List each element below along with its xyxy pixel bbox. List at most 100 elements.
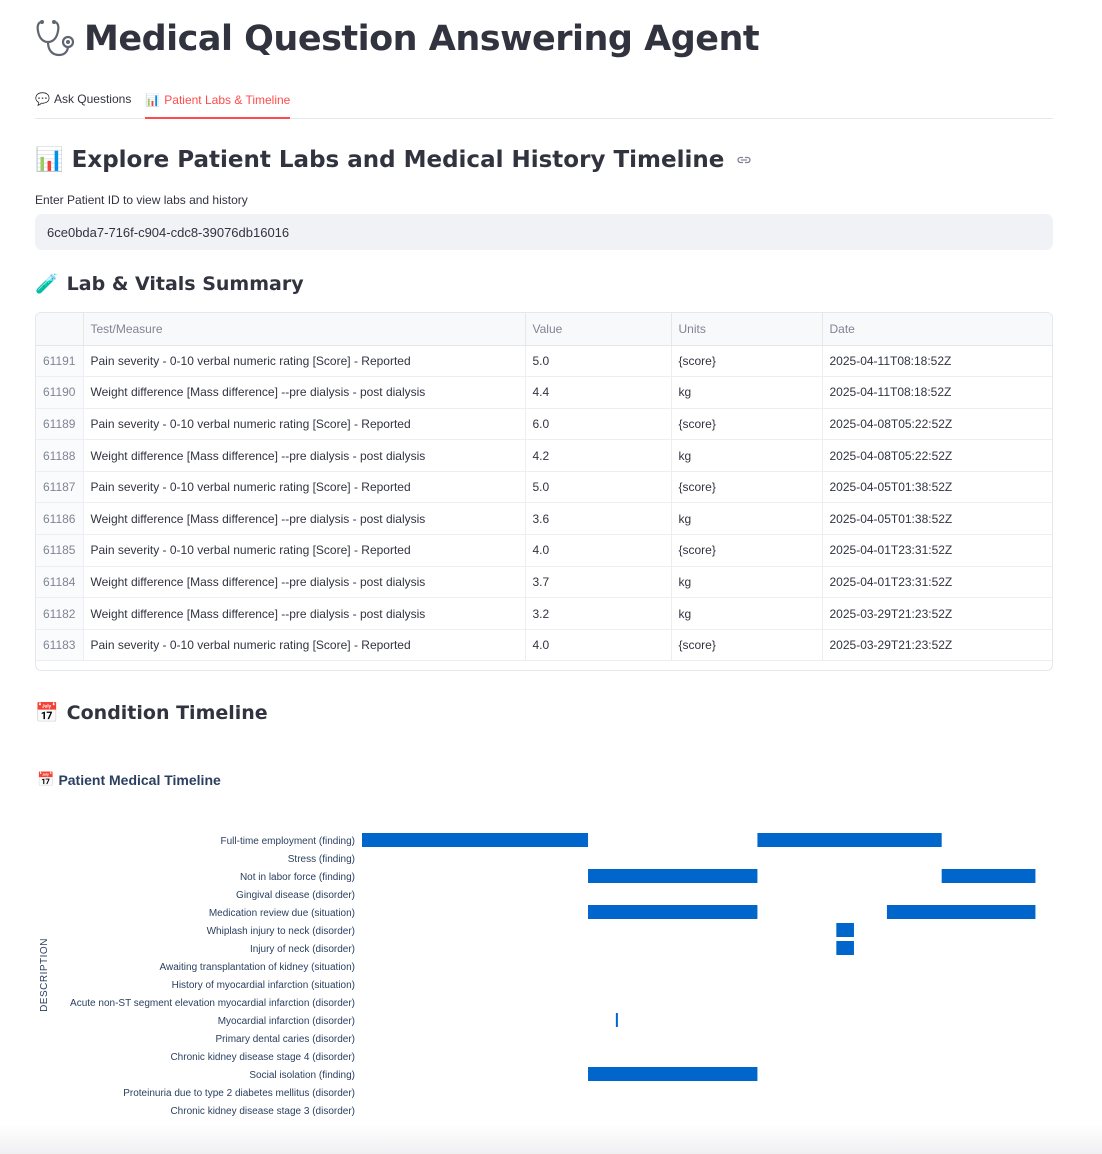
lab-summary-heading: 🧪 Lab & Vitals Summary	[35, 272, 304, 296]
table-row[interactable]: 61187 Pain severity - 0-10 verbal numeric…	[36, 471, 1052, 504]
row-index: 61191	[36, 345, 84, 378]
cell-value: 3.7	[525, 566, 672, 599]
timeline-bar	[836, 923, 854, 937]
condition-timeline-heading-text: Condition Timeline	[66, 701, 268, 724]
column-header-index[interactable]	[36, 313, 84, 346]
table-row[interactable]: 61186 Weight difference [Mass difference]…	[36, 502, 1052, 536]
cell-test: Pain severity - 0-10 verbal numeric rati…	[83, 629, 526, 662]
stethoscope-icon	[36, 20, 75, 57]
row-index: 61185	[36, 534, 84, 567]
row-index: 61182	[36, 597, 84, 630]
timeline-bar	[588, 1067, 758, 1081]
table-row[interactable]: 61185 Pain severity - 0-10 verbal numeric…	[36, 534, 1052, 567]
cell-test: Weight difference [Mass difference] --pr…	[83, 597, 526, 630]
y-tick-label: Whiplash injury to neck (disorder)	[207, 926, 355, 937]
row-index: 61188	[36, 439, 84, 472]
cell-value: 5.0	[525, 345, 672, 378]
condition-timeline-heading: 📅 Condition Timeline	[35, 701, 268, 725]
table-row[interactable]: 61188 Weight difference [Mass difference]…	[36, 439, 1052, 472]
cell-test: Weight difference [Mass difference] --pr…	[83, 566, 526, 599]
y-tick-label: Stress (finding)	[288, 854, 355, 865]
y-tick-label: Full-time employment (finding)	[221, 836, 356, 847]
row-index: 61190	[36, 376, 84, 409]
cell-units: kg	[671, 566, 823, 599]
cell-value: 3.6	[525, 502, 672, 536]
lab-summary-heading-text: Lab & Vitals Summary	[66, 272, 304, 295]
explore-heading: 📊 Explore Patient Labs and Medical Histo…	[35, 146, 752, 173]
tab-label: Ask Questions	[53, 92, 132, 106]
lab-table[interactable]: Test/Measure Value Units Date 61191 Pain …	[35, 312, 1053, 671]
table-row[interactable]: 61191 Pain severity - 0-10 verbal numeric…	[36, 345, 1052, 378]
cell-test: Pain severity - 0-10 verbal numeric rati…	[83, 408, 526, 441]
anchor-link-icon[interactable]	[736, 152, 752, 168]
tab-bar: 💬 Ask Questions 📊 Patient Labs & Timelin…	[35, 82, 1053, 119]
table-row[interactable]: 61189 Pain severity - 0-10 verbal numeric…	[36, 408, 1052, 441]
timeline-bar	[941, 869, 1036, 883]
row-index: 61187	[36, 471, 84, 504]
explore-heading-text: Explore Patient Labs and Medical History…	[71, 146, 725, 173]
speech-bubble-icon: 💬	[35, 92, 50, 106]
timeline-bar	[886, 905, 1036, 919]
column-header-units[interactable]: Units	[671, 313, 823, 346]
row-index: 61186	[36, 502, 84, 536]
cell-test: Pain severity - 0-10 verbal numeric rati…	[83, 471, 526, 504]
cell-value: 3.2	[525, 597, 672, 630]
y-tick-label: Injury of neck (disorder)	[250, 944, 355, 955]
tab-patient-labs-timeline[interactable]: 📊 Patient Labs & Timeline	[145, 82, 291, 119]
column-header-value[interactable]: Value	[525, 313, 672, 346]
app-title: Medical Question Answering Agent	[34, 18, 760, 60]
cell-test: Weight difference [Mass difference] --pr…	[83, 502, 526, 536]
cell-date: 2025-04-08T05:22:52Z	[822, 408, 1052, 441]
table-row[interactable]: 61190 Weight difference [Mass difference]…	[36, 376, 1052, 409]
table-row[interactable]: 61182 Weight difference [Mass difference]…	[36, 597, 1052, 630]
y-tick-label: Not in labor force (finding)	[240, 872, 355, 883]
table-header-row: Test/Measure Value Units Date	[36, 313, 1052, 346]
cell-value: 4.0	[525, 629, 672, 662]
table-row[interactable]: 61184 Weight difference [Mass difference]…	[36, 566, 1052, 599]
cell-units: kg	[671, 439, 823, 472]
cell-date: 2025-04-11T08:18:52Z	[822, 376, 1052, 409]
cell-date: 2025-03-29T21:23:52Z	[822, 629, 1052, 662]
column-header-date[interactable]: Date	[822, 313, 1052, 346]
cell-test: Pain severity - 0-10 verbal numeric rati…	[83, 345, 526, 378]
cell-test: Pain severity - 0-10 verbal numeric rati…	[83, 534, 526, 567]
cell-date: 2025-04-05T01:38:52Z	[822, 502, 1052, 536]
y-tick-label: Chronic kidney disease stage 4 (disorder…	[170, 1052, 355, 1063]
y-tick-label: Awaiting transplantation of kidney (situ…	[160, 962, 355, 973]
y-tick-label: Medication review due (situation)	[209, 908, 355, 919]
cell-date: 2025-04-08T05:22:52Z	[822, 439, 1052, 472]
cell-units: kg	[671, 376, 823, 409]
tab-ask-questions[interactable]: 💬 Ask Questions	[35, 82, 131, 116]
patient-id-input[interactable]	[35, 214, 1053, 250]
cell-date: 2025-04-01T23:31:52Z	[822, 566, 1052, 599]
test-tube-icon: 🧪	[35, 273, 59, 295]
bar-chart-icon: 📊	[145, 92, 161, 107]
timeline-bar	[836, 941, 854, 955]
y-tick-label: Acute non-ST segment elevation myocardia…	[70, 998, 355, 1009]
y-tick-label: Chronic kidney disease stage 3 (disorder…	[170, 1106, 355, 1117]
cell-units: {score}	[671, 471, 823, 504]
y-axis-label: DESCRIPTION	[39, 938, 50, 1012]
table-row[interactable]: 61183 Pain severity - 0-10 verbal numeric…	[36, 629, 1052, 662]
cell-date: 2025-04-11T08:18:52Z	[822, 345, 1052, 378]
cell-value: 4.2	[525, 439, 672, 472]
patient-id-label: Enter Patient ID to view labs and histor…	[35, 193, 248, 207]
cell-units: {score}	[671, 629, 823, 662]
calendar-icon: 📅	[35, 702, 59, 724]
timeline-bar	[588, 905, 758, 919]
column-header-test[interactable]: Test/Measure	[83, 313, 526, 346]
timeline-chart[interactable]: Full-time employment (finding) Stress (fi…	[0, 820, 1102, 1150]
cell-test: Weight difference [Mass difference] --pr…	[83, 376, 526, 409]
y-tick-label: Proteinuria due to type 2 diabetes melli…	[123, 1088, 355, 1099]
cell-units: {score}	[671, 408, 823, 441]
y-tick-label: Myocardial infarction (disorder)	[218, 1016, 355, 1027]
cell-date: 2025-04-01T23:31:52Z	[822, 534, 1052, 567]
row-index: 61184	[36, 566, 84, 599]
row-index: 61183	[36, 629, 84, 662]
cell-units: kg	[671, 597, 823, 630]
cell-value: 4.0	[525, 534, 672, 567]
cell-units: {score}	[671, 345, 823, 378]
cell-date: 2025-03-29T21:23:52Z	[822, 597, 1052, 630]
cell-value: 6.0	[525, 408, 672, 441]
y-tick-label: Gingival disease (disorder)	[236, 890, 355, 901]
